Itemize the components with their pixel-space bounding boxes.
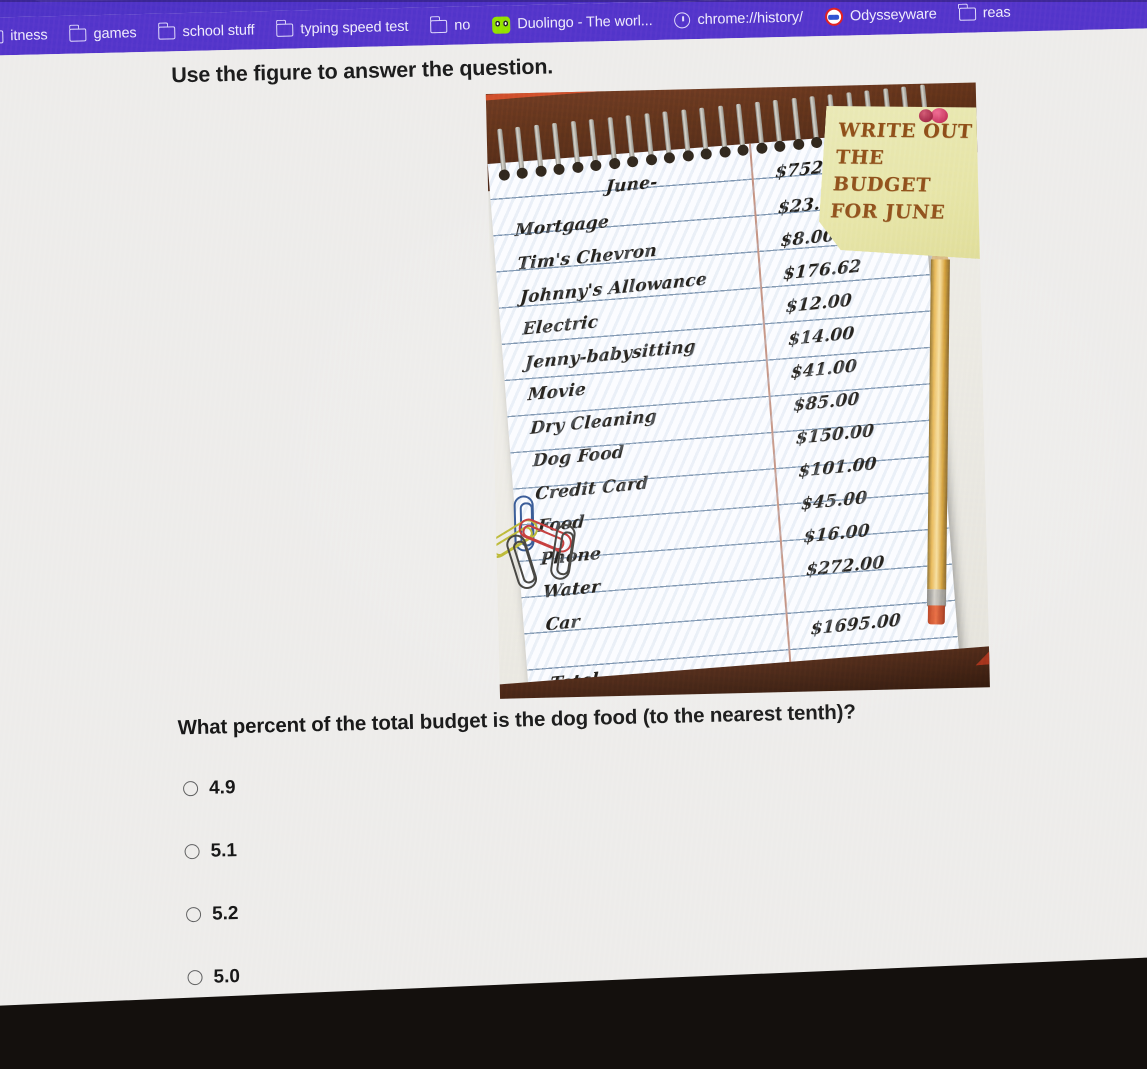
radio-button-icon[interactable] (182, 780, 199, 797)
folder-icon (276, 23, 294, 37)
answer-choice-0[interactable]: 4.9 (182, 747, 603, 820)
answer-choice-2[interactable]: 5.2 (185, 873, 606, 946)
history-clock-icon (674, 12, 691, 29)
duolingo-icon (492, 15, 511, 34)
bookmark-typing-speed-test[interactable]: typing speed test (265, 16, 419, 42)
bookmark-odysseyware[interactable]: Odysseyware (814, 2, 948, 29)
folder-icon (430, 19, 448, 33)
bookmark-label: itness (10, 27, 48, 45)
bookmark-games[interactable]: games (58, 22, 148, 46)
answer-choice-label: 5.0 (213, 965, 241, 988)
bookmark-chrome-history[interactable]: chrome://history/ (663, 6, 814, 32)
answer-choice-label: 5.2 (211, 902, 239, 925)
folder-icon (158, 25, 176, 40)
budget-label: June- (605, 172, 658, 198)
sticky-note: Write Out The Budget For June (817, 97, 990, 259)
radio-button-icon[interactable] (185, 906, 202, 923)
bookmark-duolingo[interactable]: Duolingo - The worl... (481, 9, 664, 36)
radio-button-icon[interactable] (187, 969, 203, 986)
assignment-page: Use the figure to answer the question. J… (0, 27, 1147, 1066)
budget-figure: June- $752.00 Mortgage $23.00 Tim's Chev… (485, 82, 990, 699)
bookmark-label: typing speed test (300, 18, 409, 38)
folder-icon (69, 27, 87, 42)
folder-icon (958, 6, 976, 21)
bookmark-label: Duolingo - The worl... (517, 13, 653, 33)
sticky-note-text: Write Out The Budget For June (829, 119, 974, 224)
bookmark-label: games (93, 25, 137, 43)
bookmark-reas[interactable]: reas (947, 1, 1021, 25)
bookmark-label: no (454, 17, 471, 34)
question-text: What percent of the total budget is the … (177, 700, 856, 740)
screen-photo: Aapelewschools.com/ow300/studentAssignme… (0, 0, 1147, 1069)
bookmark-label: Odysseyware (849, 6, 937, 25)
bookmark-label: school stuff (182, 22, 255, 41)
radio-button-icon[interactable] (184, 843, 200, 860)
instruction-text: Use the figure to answer the question. (171, 54, 554, 88)
bookmark-label: reas (982, 4, 1011, 22)
browser-screen: Aapelewschools.com/ow300/studentAssignme… (0, 0, 1147, 1066)
answer-choice-label: 4.9 (208, 776, 236, 799)
odysseyware-icon (824, 7, 844, 26)
bookmark-label: chrome://history/ (697, 9, 804, 28)
answer-choices: 4.9 5.1 5.2 5.0 (182, 747, 608, 1009)
paperclips-icon (485, 486, 617, 611)
bookmark-no[interactable]: no (419, 14, 481, 37)
answer-choice-label: 5.1 (210, 839, 238, 862)
bookmark-itness[interactable]: itness (0, 24, 59, 48)
folder-icon (0, 29, 4, 44)
bookmark-school-stuff[interactable]: school stuff (147, 19, 265, 44)
answer-choice-1[interactable]: 5.1 (184, 810, 605, 883)
